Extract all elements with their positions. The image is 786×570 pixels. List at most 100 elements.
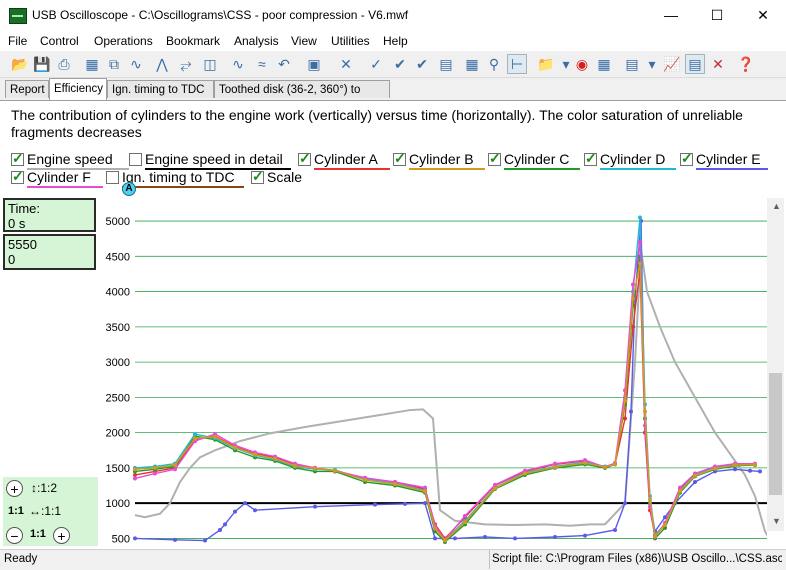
record-icon[interactable]: ◉: [572, 54, 592, 74]
menu-utilities[interactable]: Utilities: [331, 34, 370, 48]
data-point: [629, 409, 633, 414]
data-point: [583, 460, 587, 465]
display-icon[interactable]: ▤: [622, 54, 642, 74]
trend-icon[interactable]: 📈: [662, 54, 682, 74]
efficiency-chart[interactable]: 500 1000 1500 2000 2500 3000 3500 4000 4500 5000: [0, 197, 767, 549]
data-point: [403, 501, 407, 506]
data-point: [193, 436, 197, 441]
y-tick-label: 3000: [106, 357, 130, 369]
save-icon[interactable]: 💾: [32, 54, 52, 74]
status-script-file: Script file: C:\Program Files (x86)\USB …: [492, 553, 782, 565]
help-icon[interactable]: ❓: [736, 54, 756, 74]
data-point: [753, 462, 757, 467]
menu-control[interactable]: Control: [40, 34, 79, 48]
checkbox-mark[interactable]: [584, 150, 597, 167]
grid-icon[interactable]: ▦: [462, 54, 482, 74]
checkbox-mark[interactable]: [129, 153, 142, 166]
data-point: [203, 538, 207, 543]
menu-file[interactable]: File: [8, 34, 27, 48]
data-point: [513, 536, 517, 541]
tab-report[interactable]: Report: [5, 80, 49, 98]
folder-icon[interactable]: 📁: [536, 54, 556, 74]
sine-icon[interactable]: ∿: [228, 54, 248, 74]
checkbox-mark[interactable]: [488, 150, 501, 167]
wave-icon[interactable]: ∿: [126, 54, 146, 74]
channels-icon[interactable]: ▦: [594, 54, 614, 74]
zoom-fit-icon[interactable]: ⊢: [507, 54, 527, 74]
series-line: [134, 270, 755, 540]
scroll-up-icon[interactable]: ▲: [772, 201, 781, 211]
open-icon[interactable]: 📂: [10, 54, 30, 74]
data-point: [173, 467, 177, 472]
menu-bookmark[interactable]: Bookmark: [166, 34, 220, 48]
menu-operations[interactable]: Operations: [94, 34, 153, 48]
notes-icon[interactable]: ▤: [685, 54, 705, 74]
status-ready: Ready: [4, 553, 38, 565]
display-dropdown-icon[interactable]: ▾: [642, 54, 662, 74]
scrollbar-thumb[interactable]: [769, 373, 782, 495]
tab-ign-timing[interactable]: Ign. timing to TDC A: [107, 80, 214, 114]
print-icon[interactable]: ⎙: [54, 54, 74, 74]
tab-toothed-disk[interactable]: Toothed disk (36-2, 360°) to TDC A: [214, 80, 390, 114]
checkbox-mark[interactable]: [393, 150, 406, 167]
cursor-icon[interactable]: ⋀: [152, 54, 172, 74]
check-down-icon[interactable]: ✔: [412, 54, 432, 74]
series-color-swatch: [504, 168, 580, 170]
data-point: [493, 486, 497, 491]
series-color-swatch: [409, 168, 485, 170]
data-point: [293, 463, 297, 468]
delete-icon[interactable]: ✕: [336, 54, 356, 74]
checkbox-mark[interactable]: [298, 150, 311, 167]
data-point: [463, 520, 467, 525]
undo-icon[interactable]: ↶: [274, 54, 294, 74]
chart-icon[interactable]: ▦: [82, 54, 102, 74]
data-point: [133, 467, 137, 472]
vertical-scrollbar[interactable]: ▲ ▼: [767, 198, 784, 531]
measure-icon[interactable]: ⥂: [176, 54, 196, 74]
data-point: [733, 463, 737, 468]
data-point: [273, 456, 277, 461]
app-oscilloscope-icon: [9, 8, 27, 24]
select-icon[interactable]: ▣: [304, 54, 324, 74]
data-point: [453, 536, 457, 541]
checkbox-mark[interactable]: [11, 168, 24, 185]
data-point: [133, 472, 137, 477]
data-point: [613, 527, 617, 532]
menu-help[interactable]: Help: [383, 34, 408, 48]
series-line: [134, 217, 755, 541]
close-doc-icon[interactable]: ✕: [708, 54, 728, 74]
menu-analysis[interactable]: Analysis: [234, 34, 279, 48]
data-point: [373, 502, 377, 507]
data-point: [553, 535, 557, 540]
document-icon[interactable]: ▤: [436, 54, 456, 74]
data-point: [313, 466, 317, 471]
checkbox-mark[interactable]: [11, 150, 24, 167]
data-point: [553, 465, 557, 470]
tab-efficiency[interactable]: Efficiency: [49, 78, 107, 100]
checkbox-label: Engine speed: [27, 151, 113, 167]
checkbox-label: Scale: [267, 169, 303, 185]
data-point: [218, 527, 222, 532]
maximize-button[interactable]: ☐: [694, 0, 740, 31]
data-point: [133, 476, 137, 481]
scroll-down-icon[interactable]: ▼: [772, 516, 781, 526]
checkbox-mark[interactable]: [251, 168, 264, 185]
y-tick-label: 4000: [106, 287, 130, 299]
checkbox-mark[interactable]: [680, 150, 693, 167]
data-point: [748, 468, 752, 473]
copy-icon[interactable]: ⧉: [104, 54, 124, 74]
checkbox-label: Engine speed in detail: [145, 151, 283, 167]
zigzag-icon[interactable]: ≈: [252, 54, 272, 74]
menu-view[interactable]: View: [291, 34, 317, 48]
data-point: [693, 473, 697, 478]
check-icon[interactable]: ✓: [366, 54, 386, 74]
marker-a-badge[interactable]: A: [122, 182, 136, 196]
check-double-icon[interactable]: ✔: [390, 54, 410, 74]
filter-icon[interactable]: ◫: [200, 54, 220, 74]
checkbox-mark[interactable]: [106, 171, 119, 184]
data-point: [648, 497, 652, 502]
data-point: [313, 504, 317, 509]
minimize-button[interactable]: —: [648, 0, 694, 31]
close-button[interactable]: ✕: [740, 0, 786, 31]
zoom-region-icon[interactable]: ⚲: [484, 54, 504, 74]
